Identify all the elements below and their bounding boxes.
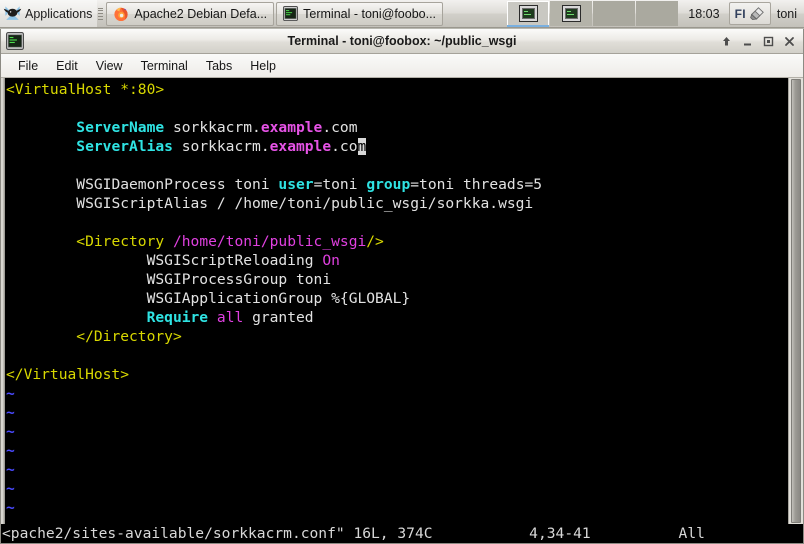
panel-spacer [443, 0, 507, 27]
menu-view[interactable]: View [87, 57, 132, 75]
vim-text-buffer[interactable]: <VirtualHost *:80> ServerName sorkkacrm.… [6, 80, 788, 517]
workspace-2[interactable] [550, 1, 593, 26]
eraser-icon [749, 7, 764, 21]
task-button-label: Terminal - toni@foobo... [303, 6, 437, 21]
terminal-icon [283, 6, 299, 21]
terminal-content-area[interactable]: <VirtualHost *:80> ServerName sorkkacrm.… [1, 78, 803, 524]
xfce-top-panel: Applications Apache2 Debian Defa... Term… [0, 0, 804, 28]
maximize-icon [763, 36, 774, 46]
close-window-button[interactable] [780, 32, 799, 50]
arrow-up-icon [723, 36, 730, 45]
menu-tabs[interactable]: Tabs [197, 57, 241, 75]
terminal-window: Terminal - toni@foobox: ~/public_wsgi Fi… [0, 29, 804, 544]
window-title: Terminal - toni@foobox: ~/public_wsgi [287, 34, 517, 48]
applications-menu-button[interactable]: Applications [0, 0, 98, 27]
panel-drag-handle[interactable] [97, 6, 104, 22]
workspace-4[interactable] [636, 1, 679, 26]
task-button-terminal[interactable]: Terminal - toni@foobo... [276, 1, 444, 26]
workspace-window-thumb [518, 5, 538, 22]
keyboard-layout-indicator[interactable]: FI [728, 2, 771, 25]
workspace-switcher [507, 0, 679, 27]
window-task-list: Apache2 Debian Defa... Terminal - toni@f… [104, 0, 444, 27]
menu-help[interactable]: Help [241, 57, 285, 75]
window-controls [717, 32, 803, 50]
workspace-window-thumb [561, 5, 581, 22]
vim-statusline-container: <pache2/sites-available/sorkkacrm.conf" … [1, 524, 803, 543]
terminal-menubar: File Edit View Terminal Tabs Help [1, 54, 803, 78]
menu-edit[interactable]: Edit [47, 57, 87, 75]
xfce-mouse-logo-icon [3, 6, 22, 20]
workspace-3[interactable] [593, 1, 636, 26]
window-titlebar[interactable]: Terminal - toni@foobox: ~/public_wsgi [1, 29, 803, 54]
workspace-1[interactable] [507, 1, 550, 27]
vim-editor-viewport[interactable]: <VirtualHost *:80> ServerName sorkkacrm.… [5, 78, 788, 524]
panel-username[interactable]: toni [771, 0, 804, 27]
terminal-scrollbar[interactable] [788, 78, 803, 524]
keyboard-layout-code: FI [734, 6, 746, 21]
vim-statusline: <pache2/sites-available/sorkkacrm.conf" … [1, 524, 803, 543]
shade-window-button[interactable] [717, 32, 736, 50]
task-button-firefox[interactable]: Apache2 Debian Defa... [106, 1, 275, 26]
scrollbar-thumb[interactable] [791, 79, 801, 523]
menu-file[interactable]: File [9, 57, 47, 75]
menu-terminal[interactable]: Terminal [132, 57, 197, 75]
minimize-window-button[interactable] [738, 32, 757, 50]
maximize-window-button[interactable] [759, 32, 778, 50]
task-button-label: Apache2 Debian Defa... [134, 6, 268, 21]
applications-menu-label: Applications [25, 6, 93, 21]
close-icon [785, 36, 794, 46]
panel-clock[interactable]: 18:03 [679, 0, 728, 27]
terminal-icon [6, 32, 24, 50]
minimize-icon [744, 43, 751, 45]
firefox-icon [114, 7, 129, 21]
